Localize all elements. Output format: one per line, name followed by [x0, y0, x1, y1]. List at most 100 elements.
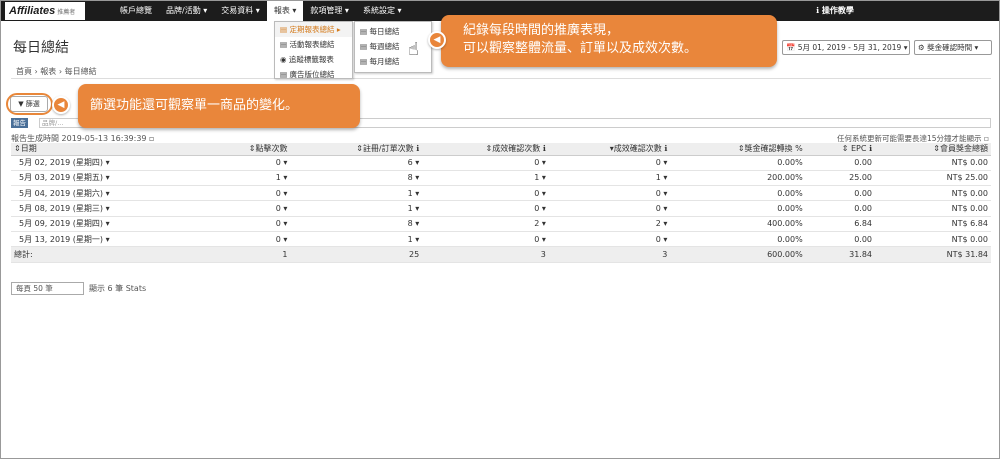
table-row: 5月 09, 2019 (星期四) ▾ 0 ▾ 8 ▾ 2 ▾ 2 ▾ 400.00% 6.…: [11, 216, 991, 232]
column-header[interactable]: ⇕點擊次數: [205, 143, 291, 156]
table-cell[interactable]: 0 ▾: [548, 155, 671, 171]
table-row: 5月 13, 2019 (星期一) ▾ 0 ▾ 1 ▾ 0 ▾ 0 ▾ 0.00% 0.00…: [11, 231, 991, 248]
table-cell[interactable]: 0 ▾: [205, 155, 291, 171]
period-menu-item[interactable]: ▤ 每月總結: [355, 54, 431, 69]
table-cell: NT$ 0.00: [875, 200, 991, 217]
total-cell: 總計:: [11, 246, 206, 263]
table-cell: 0.00%: [670, 200, 806, 217]
table-row: 5月 08, 2019 (星期三) ▾ 0 ▾ 1 ▾ 0 ▾ 0 ▾ 0.00% 0.00…: [11, 200, 991, 217]
table-cell[interactable]: 5月 08, 2019 (星期三) ▾: [11, 200, 206, 217]
table-cell[interactable]: 5月 13, 2019 (星期一) ▾: [11, 231, 206, 248]
date-range-picker[interactable]: 📅 5月 01, 2019 - 5月 31, 2019 ▾: [782, 40, 910, 55]
report-menu-item[interactable]: ◉ 追蹤標籤報表: [275, 52, 352, 67]
table-cell[interactable]: 1 ▾: [290, 200, 423, 217]
nav-menu: 帳戶總覽 品牌/活動 ▾ 交易資料 ▾ 報表 ▾ 款項管理 ▾ 系統設定 ▾: [113, 1, 409, 21]
table-cell: 400.00%: [670, 216, 806, 232]
column-header[interactable]: ▾成效確認次數 ℹ: [548, 143, 671, 156]
column-header[interactable]: ⇕註冊/訂單次數 ℹ: [290, 143, 423, 156]
table-cell[interactable]: 5月 04, 2019 (星期六) ▾: [11, 185, 206, 202]
table-cell[interactable]: 0 ▾: [422, 185, 549, 202]
filter-tag[interactable]: 報告: [11, 118, 28, 128]
table-cell[interactable]: 5月 02, 2019 (星期四) ▾: [11, 155, 206, 171]
table-cell: 0.00: [805, 155, 876, 171]
table-cell[interactable]: 0 ▾: [548, 231, 671, 248]
report-menu-item[interactable]: ▤ 定期報表總結 ▸: [275, 22, 352, 37]
nav-item-5[interactable]: 系統設定 ▾: [356, 1, 409, 21]
period-menu-item[interactable]: ▤ 每週總結: [355, 39, 431, 54]
nav-item-3[interactable]: 報表 ▾: [266, 1, 304, 21]
help-link[interactable]: ℹ 操作教學: [816, 1, 854, 21]
table-cell[interactable]: 8 ▾: [290, 170, 423, 187]
column-header[interactable]: ⇕日期: [11, 143, 206, 156]
nav-item-2[interactable]: 交易資料 ▾: [214, 1, 267, 21]
total-cell: 600.00%: [670, 246, 806, 263]
table-total-row: 總計: 1 25 3 3 600.00% 31.84 NT$ 31.84: [11, 246, 991, 263]
total-cell: 1: [205, 246, 291, 263]
logo-subtext: 推薦者: [57, 10, 76, 16]
table-cell: 6.84: [805, 216, 876, 232]
table-cell[interactable]: 6 ▾: [290, 155, 423, 171]
affiliates-logo[interactable]: Affiliates 推薦者: [5, 2, 85, 20]
table-cell[interactable]: 1 ▾: [548, 170, 671, 187]
daily-summary-table: ⇕日期 ⇕點擊次數 ⇕註冊/訂單次數 ℹ ⇕成效確認次數 ℹ ▾成效確認次數 ℹ ⇕獎金確…: [11, 143, 991, 263]
report-menu-item[interactable]: ▤ 活動報表總結: [275, 37, 352, 52]
table-row: 5月 02, 2019 (星期四) ▾ 0 ▾ 6 ▾ 0 ▾ 0 ▾ 0.00% 0.00…: [11, 155, 991, 171]
table-cell[interactable]: 0 ▾: [205, 216, 291, 232]
table-cell: 0.00: [805, 185, 876, 202]
callout-arrow-icon: ◀: [52, 96, 70, 114]
total-cell: 25: [290, 246, 423, 263]
period-menu-item[interactable]: ▤ 每日總結: [355, 24, 431, 39]
period-submenu: ▤ 每日總結 ▤ 每週總結 ▤ 每月總結: [354, 21, 432, 73]
table-cell[interactable]: 8 ▾: [290, 216, 423, 232]
logo-text: Affiliates: [9, 5, 56, 17]
per-page-select[interactable]: 每頁 50 筆: [11, 282, 84, 295]
page-title: 每日總結: [13, 40, 69, 56]
table-cell: NT$ 0.00: [875, 231, 991, 248]
table-cell[interactable]: 5月 09, 2019 (星期四) ▾: [11, 216, 206, 232]
total-cell: 3: [422, 246, 549, 263]
table-cell: 0.00%: [670, 231, 806, 248]
table-cell: NT$ 0.00: [875, 155, 991, 171]
total-cell: 3: [548, 246, 671, 263]
table-cell[interactable]: 0 ▾: [205, 200, 291, 217]
filter-callout: 篩選功能還可觀察單一商品的變化。: [78, 84, 360, 128]
column-header[interactable]: ⇕獎金確認轉換 %: [670, 143, 806, 156]
column-header[interactable]: ⇕成效確認次數 ℹ: [422, 143, 549, 156]
table-cell[interactable]: 5月 03, 2019 (星期五) ▾: [11, 170, 206, 187]
table-cell[interactable]: 2 ▾: [548, 216, 671, 232]
nav-item-0[interactable]: 帳戶總覽: [113, 1, 159, 21]
table-cell[interactable]: 0 ▾: [548, 200, 671, 217]
table-cell[interactable]: 1 ▾: [205, 170, 291, 187]
table-cell: NT$ 0.00: [875, 185, 991, 202]
table-cell: NT$ 6.84: [875, 216, 991, 232]
table-cell[interactable]: 1 ▾: [422, 170, 549, 187]
breadcrumb: 首頁 › 報表 › 每日總結: [11, 65, 991, 79]
table-cell: 0.00%: [670, 185, 806, 202]
period-callout: 紀錄每段時間的推廣表現， 可以觀察整體流量、訂單以及成效次數。: [441, 15, 777, 67]
nav-item-4[interactable]: 款項管理 ▾: [303, 1, 356, 21]
table-cell: 25.00: [805, 170, 876, 187]
table-cell: 0.00: [805, 231, 876, 248]
table-row: 5月 03, 2019 (星期五) ▾ 1 ▾ 8 ▾ 1 ▾ 1 ▾ 200.00% 25…: [11, 170, 991, 187]
callout-arrow-icon: ◀: [428, 31, 446, 49]
table-cell[interactable]: 0 ▾: [422, 155, 549, 171]
column-header[interactable]: ⇕會員獎金總額: [875, 143, 991, 156]
table-cell[interactable]: 1 ▾: [290, 231, 423, 248]
table-cell[interactable]: 2 ▾: [422, 216, 549, 232]
table-cell[interactable]: 0 ▾: [205, 185, 291, 202]
table-cell: 200.00%: [670, 170, 806, 187]
table-cell[interactable]: 0 ▾: [205, 231, 291, 248]
report-menu-item[interactable]: ▤ 廣告版位總結: [275, 67, 352, 82]
nav-item-1[interactable]: 品牌/活動 ▾: [159, 1, 214, 21]
table-cell[interactable]: 1 ▾: [290, 185, 423, 202]
app-window: Affiliates 推薦者 帳戶總覽 品牌/活動 ▾ 交易資料 ▾ 報表 ▾ 款項管理 …: [0, 0, 1000, 459]
total-cell: NT$ 31.84: [875, 246, 991, 263]
column-header[interactable]: ⇕ EPC ℹ: [805, 143, 876, 156]
bonus-confirm-time-button[interactable]: ⚙ 獎金確認時間 ▾: [914, 40, 992, 55]
filter-highlight-ring: [6, 93, 53, 115]
total-cell: 31.84: [805, 246, 876, 263]
table-cell[interactable]: 0 ▾: [422, 200, 549, 217]
table-cell: 0.00: [805, 200, 876, 217]
table-cell[interactable]: 0 ▾: [422, 231, 549, 248]
table-cell[interactable]: 0 ▾: [548, 185, 671, 202]
